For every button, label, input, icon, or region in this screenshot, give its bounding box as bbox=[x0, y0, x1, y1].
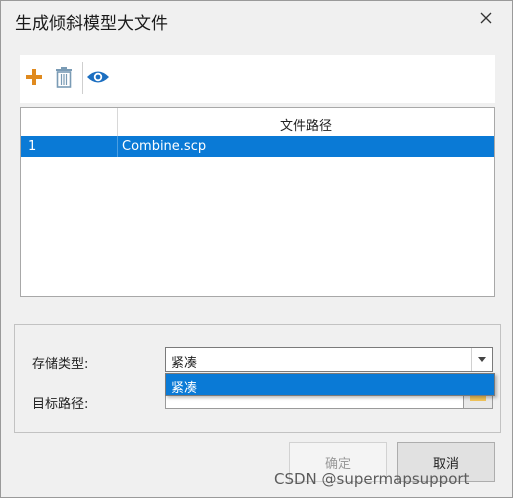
storage-type-label: 存储类型: bbox=[32, 357, 89, 372]
storage-type-select[interactable]: 紧凑 bbox=[165, 347, 493, 372]
plus-icon[interactable] bbox=[22, 65, 46, 89]
target-path-label: 目标路径: bbox=[32, 397, 89, 412]
column-header-file-path[interactable]: 文件路径 bbox=[118, 115, 494, 134]
row-file-path: Combine.scp bbox=[122, 139, 207, 154]
file-table: 文件路径 1 Combine.scp bbox=[20, 107, 495, 297]
dialog-window: 生成倾斜模型大文件 文件路径 1 Combine.scp 存储类型: 紧凑 目标… bbox=[0, 0, 513, 498]
watermark-text: CSDN @supermapsupport bbox=[274, 470, 470, 488]
dialog-title: 生成倾斜模型大文件 bbox=[15, 14, 168, 34]
toolbar bbox=[20, 55, 495, 103]
trash-icon[interactable] bbox=[52, 65, 76, 89]
storage-type-dropdown-list: 紧凑 bbox=[165, 373, 495, 396]
row-index: 1 bbox=[28, 139, 37, 154]
toolbar-separator bbox=[82, 62, 83, 94]
eye-icon[interactable] bbox=[86, 65, 110, 89]
storage-type-value: 紧凑 bbox=[171, 356, 198, 371]
dropdown-option[interactable]: 紧凑 bbox=[166, 374, 494, 396]
chevron-down-icon[interactable] bbox=[471, 348, 492, 371]
close-icon[interactable] bbox=[477, 9, 495, 27]
table-header: 文件路径 bbox=[21, 108, 494, 137]
table-row[interactable]: 1 Combine.scp bbox=[21, 136, 494, 157]
